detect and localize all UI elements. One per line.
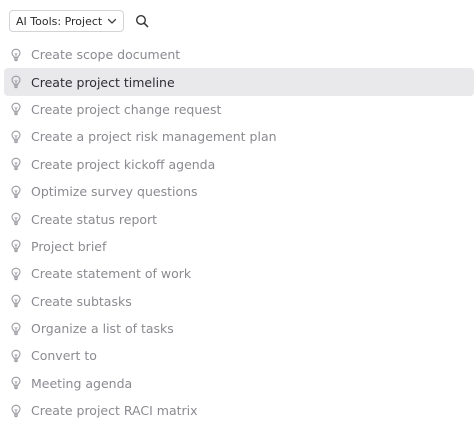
list-item[interactable]: Create subtasks	[4, 288, 474, 315]
list-item-label: Create project RACI matrix	[31, 403, 198, 419]
list-item[interactable]: Create status report	[4, 205, 474, 232]
list-item-label: Create project kickoff agenda	[31, 156, 216, 172]
lightbulb-icon	[10, 75, 22, 89]
lightbulb-icon	[10, 267, 22, 281]
ai-tools-dropdown-label: AI Tools: Project	[16, 14, 103, 28]
list-item-label: Convert to	[31, 348, 97, 364]
list-item-label: Create project timeline	[31, 74, 175, 90]
list-item[interactable]: Create project kickoff agenda	[4, 151, 474, 178]
list-item[interactable]: Project brief	[4, 233, 474, 260]
search-icon	[135, 14, 149, 28]
list-item-label: Create subtasks	[31, 293, 132, 309]
list-item-label: Create project change request	[31, 101, 222, 117]
list-item[interactable]: Create a project risk management plan	[4, 123, 474, 150]
list-item-label: Create a project risk management plan	[31, 129, 277, 145]
list-item-label: Project brief	[31, 238, 107, 254]
lightbulb-icon	[10, 130, 22, 144]
lightbulb-icon	[10, 322, 22, 336]
list-item-label: Create status report	[31, 211, 158, 227]
list-item[interactable]: Meeting agenda	[4, 370, 474, 397]
list-item-label: Create scope document	[31, 47, 181, 63]
list-item[interactable]: Organize a list of tasks	[4, 315, 474, 342]
lightbulb-icon	[10, 404, 22, 418]
list-item[interactable]: Create project change request	[4, 96, 474, 123]
lightbulb-icon	[10, 349, 22, 363]
lightbulb-icon	[10, 212, 22, 226]
list-item[interactable]: Create project RACI matrix	[4, 397, 474, 424]
list-item-label: Optimize survey questions	[31, 184, 198, 200]
list-item[interactable]: Create project timeline	[4, 68, 474, 96]
ai-tools-panel: AI Tools: Project Create scope document C…	[0, 0, 474, 427]
toolbar: AI Tools: Project	[9, 10, 150, 32]
list-item-label: Organize a list of tasks	[31, 321, 174, 337]
chevron-down-icon	[106, 15, 118, 27]
lightbulb-icon	[10, 102, 22, 116]
list-item[interactable]: Create scope document	[4, 41, 474, 68]
list-item-label: Create statement of work	[31, 266, 192, 282]
list-item[interactable]: Optimize survey questions	[4, 178, 474, 205]
list-item[interactable]: Create statement of work	[4, 260, 474, 287]
lightbulb-icon	[10, 376, 22, 390]
lightbulb-icon	[10, 185, 22, 199]
search-button[interactable]	[134, 13, 150, 29]
ai-tools-dropdown[interactable]: AI Tools: Project	[9, 10, 125, 32]
lightbulb-icon	[10, 157, 22, 171]
list-item[interactable]: Convert to	[4, 342, 474, 369]
lightbulb-icon	[10, 239, 22, 253]
lightbulb-icon	[10, 294, 22, 308]
list-item-label: Meeting agenda	[31, 375, 133, 391]
ai-tools-list: Create scope document Create project time…	[4, 41, 474, 424]
lightbulb-icon	[10, 48, 22, 62]
